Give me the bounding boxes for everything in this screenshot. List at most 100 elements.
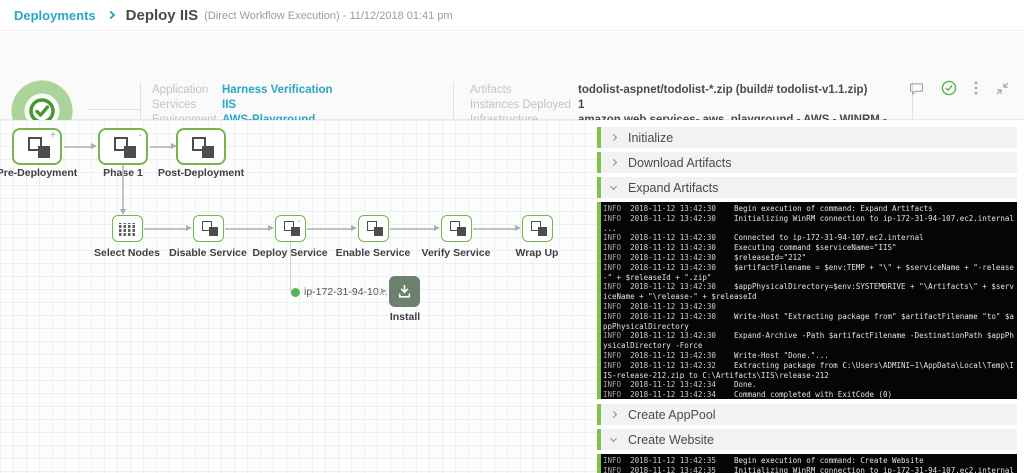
page-title: Deploy IIS	[125, 6, 199, 24]
log-line: INFO 2018-11-12 13:42:32 Extracting pack…	[603, 360, 1014, 380]
chevron-right-icon	[609, 158, 618, 167]
collapse-badge[interactable]: -	[298, 217, 301, 227]
log-line: INFO 2018-11-12 13:42:30 Initializing Wi…	[603, 213, 1014, 233]
log-line: INFO 2018-11-12 13:42:30 Begin execution…	[603, 204, 933, 213]
group-node-icon-fill	[202, 146, 214, 158]
log-line: INFO 2018-11-12 13:42:35 Begin execution…	[603, 456, 924, 465]
connector-arrowhead	[268, 224, 274, 231]
chevron-right-icon	[609, 133, 618, 142]
chevron-down-icon	[609, 182, 618, 190]
comment-icon[interactable]	[909, 81, 924, 96]
execution-summary-header: Application Harness Verification Services…	[0, 32, 1024, 142]
deployment-detail-page: Deployments Deploy IIS (Direct Workflow …	[0, 0, 1024, 473]
section-create-apppool[interactable]: Create AppPool	[597, 404, 1017, 425]
connector-arrowhead	[381, 288, 387, 294]
chevron-down-icon	[609, 434, 618, 442]
collapse-icon[interactable]	[995, 81, 1010, 96]
workflow-node-post-deployment[interactable]	[176, 128, 226, 165]
log-line: INFO 2018-11-12 13:42:34 Done.	[603, 380, 757, 390]
connector-line	[122, 165, 124, 209]
connector-arrowhead	[171, 142, 177, 149]
workflow-node-install[interactable]	[389, 276, 420, 307]
section-title: Create AppPool	[628, 407, 716, 422]
connector-arrowhead	[434, 224, 440, 231]
log-line: INFO 2018-11-12 13:42:34 Command complet…	[603, 390, 892, 399]
log-line: INFO 2018-11-12 13:42:30 $releaseId="212…	[603, 252, 807, 262]
application-link[interactable]: Harness Verification	[222, 84, 333, 96]
connector-line	[473, 228, 516, 230]
workflow-node-wrap-up[interactable]	[522, 215, 553, 242]
workflow-node-verify-service[interactable]	[441, 215, 472, 242]
execution-steps-panel: Initialize Download Artifacts Expand Art…	[597, 120, 1024, 473]
select-nodes-grid-icon	[119, 223, 137, 236]
expand-artifacts-log-console[interactable]: INFO 2018-11-12 13:42:30 Begin execution…	[597, 202, 1017, 399]
connector-arrowhead	[515, 224, 521, 231]
breadcrumb-deployments-link[interactable]: Deployments	[14, 8, 96, 23]
log-line: INFO 2018-11-12 13:42:35 Initializing Wi…	[603, 465, 1014, 473]
field-label: Artifacts	[470, 83, 512, 96]
field-label: Services	[152, 98, 197, 111]
workflow-node-enable-service[interactable]	[358, 215, 389, 242]
section-title: Download Artifacts	[628, 155, 732, 170]
group-node-icon-fill	[38, 146, 50, 158]
host-status-dot	[291, 287, 300, 297]
connector-arrowhead	[186, 224, 192, 231]
connector-line	[225, 228, 269, 230]
header-action-icons	[909, 80, 1010, 96]
field-label: Instances Deployed	[470, 98, 572, 111]
panel-spacer	[597, 120, 1024, 127]
node-label-wrap-up: Wrap Up	[515, 247, 559, 259]
breadcrumb: Deployments Deploy IIS (Direct Workflow …	[0, 0, 1024, 31]
workflow-graph-canvas: + - Pre-Deployment Phase 1 Post-Deployme…	[0, 120, 597, 473]
workflow-node-select-nodes[interactable]	[112, 215, 143, 242]
section-create-website[interactable]: Create Website	[597, 429, 1017, 450]
group-node-icon-fill	[124, 146, 136, 158]
section-initialize[interactable]: Initialize	[597, 127, 1017, 148]
connector-line	[307, 228, 352, 230]
connector-line	[390, 228, 435, 230]
connector-line	[64, 146, 92, 148]
step-node-icon-fill	[374, 227, 383, 236]
connector-arrowhead	[91, 142, 97, 149]
install-download-icon	[398, 284, 411, 298]
log-line: INFO 2018-11-12 13:42:30 Executing comma…	[603, 243, 897, 253]
status-success-icon[interactable]	[941, 80, 957, 96]
log-line: INFO 2018-11-12 13:42:30 Write-Host "Don…	[603, 350, 829, 360]
workflow-node-deploy-service[interactable]: -	[275, 215, 306, 242]
step-node-icon-fill	[457, 227, 466, 236]
breadcrumb-chevron-icon	[106, 10, 115, 20]
header-connector-line	[88, 109, 140, 110]
step-node-icon-fill	[538, 227, 547, 236]
instances-deployed-value: 1	[578, 98, 585, 111]
field-label: Application	[152, 83, 209, 96]
section-title: Initialize	[628, 130, 674, 145]
connector-arrowhead	[351, 224, 357, 231]
section-expand-artifacts[interactable]: Expand Artifacts	[597, 177, 1017, 198]
artifacts-value: todolist-aspnet/todolist-*.zip (build# t…	[578, 83, 868, 96]
node-label-install: Install	[389, 311, 421, 323]
log-line: INFO 2018-11-12 13:42:30	[603, 301, 734, 311]
log-line: INFO 2018-11-12 13:42:30 $appPhysicalDir…	[603, 282, 1014, 302]
section-download-artifacts[interactable]: Download Artifacts	[597, 152, 1017, 173]
workflow-node-disable-service[interactable]	[193, 215, 224, 242]
connector-line	[144, 228, 187, 230]
log-line: INFO 2018-11-12 13:42:30 Write-Host "Ext…	[603, 311, 1014, 331]
collapse-badge[interactable]: -	[139, 131, 142, 141]
workflow-node-phase-1[interactable]: -	[98, 128, 148, 165]
expand-badge[interactable]: +	[50, 131, 56, 141]
section-title: Expand Artifacts	[628, 180, 719, 195]
more-options-icon[interactable]	[974, 80, 978, 96]
log-line: INFO 2018-11-12 13:42:30 Expand-Archive …	[603, 331, 1014, 351]
connector-line	[150, 146, 172, 148]
chevron-right-icon	[609, 410, 618, 419]
page-subtitle: (Direct Workflow Execution) - 11/12/2018…	[204, 10, 453, 22]
workflow-node-pre-deployment[interactable]: +	[12, 128, 62, 165]
step-node-icon-fill	[291, 227, 300, 236]
connector-line	[290, 242, 291, 292]
log-line: INFO 2018-11-12 13:42:30 $artifactFilena…	[603, 262, 1014, 282]
log-line: INFO 2018-11-12 13:42:30 Connected to ip…	[603, 233, 924, 243]
create-website-log-console[interactable]: INFO 2018-11-12 13:42:35 Begin execution…	[597, 454, 1017, 473]
services-link[interactable]: IIS	[222, 99, 236, 111]
section-title: Create Website	[628, 432, 714, 447]
node-label-post-deployment: Post-Deployment	[157, 167, 245, 179]
